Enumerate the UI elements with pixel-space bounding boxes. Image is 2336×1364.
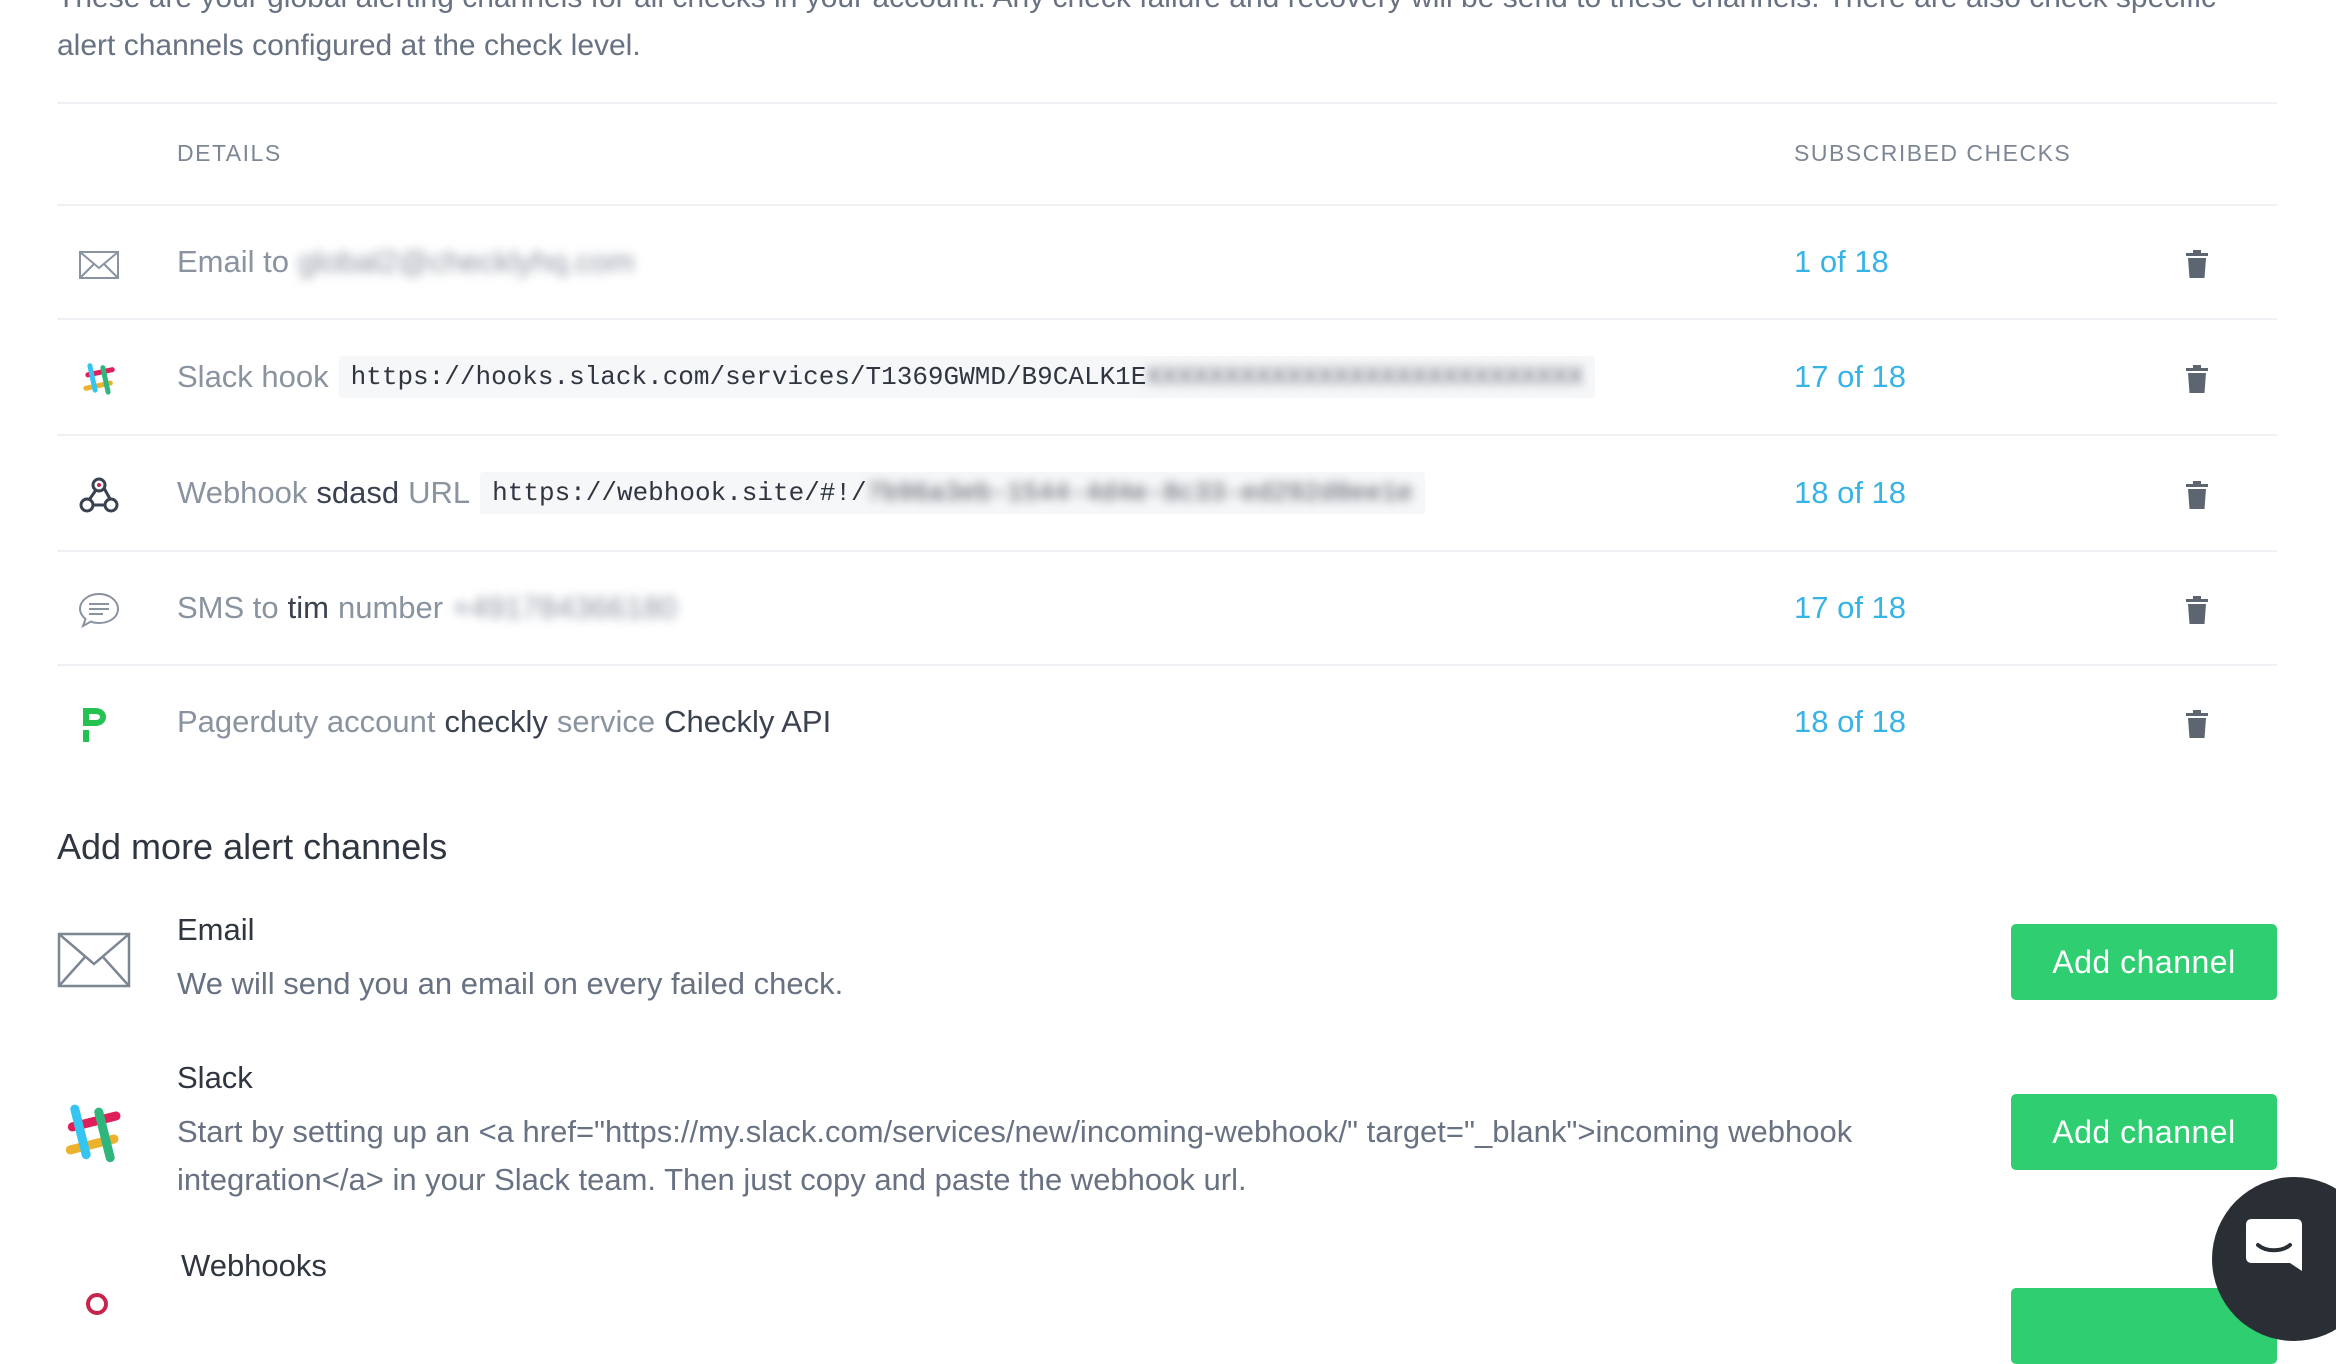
subscribed-checks-link[interactable]: 1 of 18	[1794, 205, 1889, 319]
row-details: Slack hook https://hooks.slack.com/servi…	[177, 320, 1596, 434]
chat-icon	[2246, 1219, 2302, 1271]
channel-type-label: SMS to	[177, 590, 279, 625]
pagerduty-account-name: checkly	[444, 704, 548, 739]
url-label: URL	[408, 475, 471, 510]
table-row: Webhook sdasd URL https://webhook.site/#…	[57, 436, 2277, 550]
service-label: service	[556, 704, 656, 739]
details-column-header: DETAILS	[177, 140, 282, 166]
add-slack-channel-button[interactable]: Add channel	[2011, 1094, 2277, 1170]
channel-name: Email	[177, 912, 255, 947]
trash-icon[interactable]	[2184, 364, 2210, 394]
add-channel-slack: Slack Start by setting up an <a href="ht…	[57, 1046, 2277, 1206]
intro-line-1: These are your global alerting channels …	[57, 0, 2277, 22]
webhook-icon	[86, 1293, 108, 1315]
number-label: number	[337, 590, 444, 625]
trash-icon[interactable]	[2184, 595, 2210, 625]
add-channel-email: Email We will send you an email on every…	[57, 900, 2277, 1020]
row-details: SMS to tim number +491784366180	[177, 551, 677, 665]
subscribed-checks-column-header: SUBSCRIBED CHECKS	[1794, 140, 2072, 166]
table-row: Pagerduty account checkly service Checkl…	[57, 665, 2277, 779]
add-email-channel-button[interactable]: Add channel	[2011, 924, 2277, 1000]
trash-icon[interactable]	[2184, 480, 2210, 510]
sms-bubble-icon	[78, 592, 120, 629]
slack-hook-url: https://hooks.slack.com/services/T1369GW…	[338, 356, 1596, 398]
channel-type-label: Email to	[177, 244, 289, 279]
channel-name: Slack	[177, 1060, 253, 1095]
envelope-icon	[57, 932, 131, 988]
trash-icon[interactable]	[2184, 249, 2210, 279]
slack-icon	[83, 363, 115, 395]
webhook-url: https://webhook.site/#!/7b96a3eb-1544-4d…	[480, 472, 1425, 514]
subscribed-checks-link[interactable]: 18 of 18	[1794, 436, 1906, 550]
subscribed-checks-link[interactable]: 17 of 18	[1794, 551, 1906, 665]
phone-number: +491784366180	[452, 590, 678, 625]
channel-description: We will send you an email on every faile…	[177, 966, 844, 1001]
table-row: Email to global2@checklyhq.com 1 of 18	[57, 205, 2277, 319]
add-channel-webhooks: Webhooks	[57, 1248, 2277, 1315]
channel-type-label: Slack hook	[177, 359, 329, 394]
email-address: global2@checklyhq.com	[297, 244, 635, 279]
row-details: Webhook sdasd URL https://webhook.site/#…	[177, 436, 1425, 550]
row-details: Pagerduty account checkly service Checkl…	[177, 665, 840, 779]
intro-text: These are your global alerting channels …	[57, 0, 2277, 70]
row-details: Email to global2@checklyhq.com	[177, 205, 634, 319]
channel-name: Webhooks	[181, 1248, 327, 1283]
slack-icon	[65, 1104, 121, 1163]
pagerduty-service-name: Checkly API	[664, 704, 832, 739]
webhook-name: sdasd	[316, 475, 400, 510]
section-title: Add more alert channels	[57, 826, 448, 867]
divider	[57, 102, 2277, 104]
sms-recipient-name: tim	[287, 590, 329, 625]
pagerduty-icon	[83, 708, 106, 742]
subscribed-checks-link[interactable]: 18 of 18	[1794, 665, 1906, 779]
intro-line-2: alert channels configured at the check l…	[57, 29, 641, 62]
channel-description: Start by setting up an <a href="https://…	[177, 1114, 1853, 1197]
table-row: SMS to tim number +491784366180 17 of 18	[57, 551, 2277, 665]
webhook-icon	[79, 477, 119, 513]
envelope-icon	[79, 251, 119, 279]
table-row: Slack hook https://hooks.slack.com/servi…	[57, 320, 2277, 434]
trash-icon[interactable]	[2184, 709, 2210, 739]
channel-type-label: Webhook	[177, 475, 308, 510]
channel-type-label: Pagerduty account	[177, 704, 436, 739]
subscribed-checks-link[interactable]: 17 of 18	[1794, 320, 1906, 434]
